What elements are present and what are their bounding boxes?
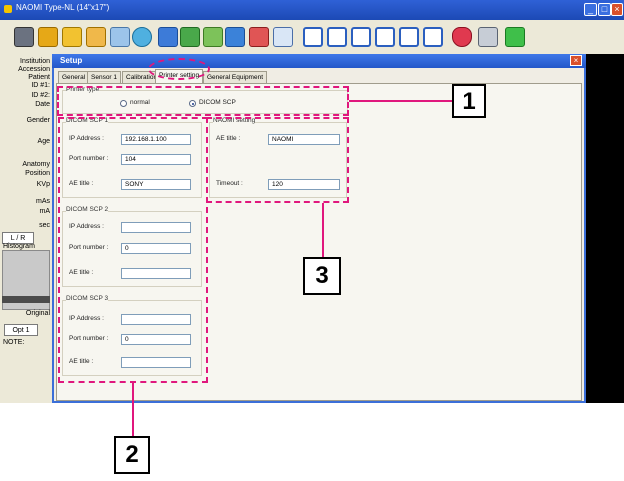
note-label: NOTE: — [3, 339, 25, 346]
heart-icon[interactable] — [452, 27, 472, 47]
id1-label: ID #1: — [31, 82, 50, 89]
position-label: Position — [25, 170, 50, 177]
maximize-button[interactable]: □ — [598, 3, 611, 16]
dicom-scp-highlight — [58, 117, 208, 383]
ma-label: mA — [39, 208, 51, 215]
naomi-setting-highlight — [206, 117, 349, 203]
dialog-close-button[interactable]: × — [570, 55, 582, 66]
mas-label: mAs — [36, 198, 50, 205]
image-viewer — [586, 54, 624, 403]
redo-icon[interactable] — [249, 27, 269, 47]
tab-general-equipment[interactable]: General Equipment — [203, 71, 268, 83]
layout-5-icon[interactable] — [399, 27, 419, 47]
printer-icon[interactable] — [110, 27, 130, 47]
measure-icon[interactable] — [273, 27, 293, 47]
printer-type-highlight — [57, 86, 349, 116]
opt-button[interactable]: Opt 1 — [4, 324, 38, 336]
anatomy-label: Anatomy — [22, 161, 50, 168]
patient-label: Patient — [28, 74, 50, 81]
layout-3-icon[interactable] — [351, 27, 371, 47]
callout-3-leader — [322, 203, 324, 257]
layout-2-icon[interactable] — [327, 27, 347, 47]
layout-4-icon[interactable] — [375, 27, 395, 47]
exit-icon[interactable] — [505, 27, 525, 47]
tools-icon[interactable] — [478, 27, 498, 47]
tab-general[interactable]: General — [58, 71, 90, 83]
callout-1: 1 — [452, 84, 486, 118]
callout-2-leader — [132, 383, 134, 436]
layout-1-icon[interactable] — [303, 27, 323, 47]
accession-label: Accession — [18, 66, 50, 73]
id2-label: ID #2: — [31, 92, 50, 99]
undo-icon[interactable] — [225, 27, 245, 47]
flip-icon[interactable] — [203, 27, 223, 47]
folder-icon[interactable] — [62, 27, 82, 47]
callout-2: 2 — [114, 436, 150, 474]
layout-6-icon[interactable] — [423, 27, 443, 47]
setup-dialog-titlebar — [52, 54, 586, 68]
histogram-label: Histogram — [3, 243, 35, 250]
folder-open-icon[interactable] — [86, 27, 106, 47]
pencil-icon[interactable] — [158, 27, 178, 47]
transfer-icon[interactable] — [180, 27, 200, 47]
globe-icon[interactable] — [132, 27, 152, 47]
app-close-button[interactable]: × — [611, 3, 623, 16]
original-button[interactable]: Original — [0, 310, 50, 317]
home-icon[interactable] — [38, 27, 58, 47]
minimize-button[interactable]: _ — [584, 3, 597, 16]
age-label: Age — [37, 138, 50, 145]
callout-1-leader — [349, 100, 452, 102]
setup-dialog-title: Setup — [60, 56, 83, 65]
date-label: Date — [35, 101, 50, 108]
app-logo-icon — [4, 5, 12, 13]
histogram-bar — [2, 296, 50, 303]
camera-icon[interactable] — [14, 27, 34, 47]
callout-3: 3 — [303, 257, 341, 295]
institution-label: Institution — [20, 58, 50, 65]
tab-sensor-1[interactable]: Sensor 1 — [87, 71, 122, 83]
sec-label: sec — [39, 222, 50, 229]
kvp-label: KVp — [36, 181, 50, 188]
app-title: NAOMI Type-NL (14"x17") — [16, 3, 110, 12]
tab-highlight-ellipse — [148, 58, 210, 80]
gender-label: Gender — [26, 117, 50, 124]
